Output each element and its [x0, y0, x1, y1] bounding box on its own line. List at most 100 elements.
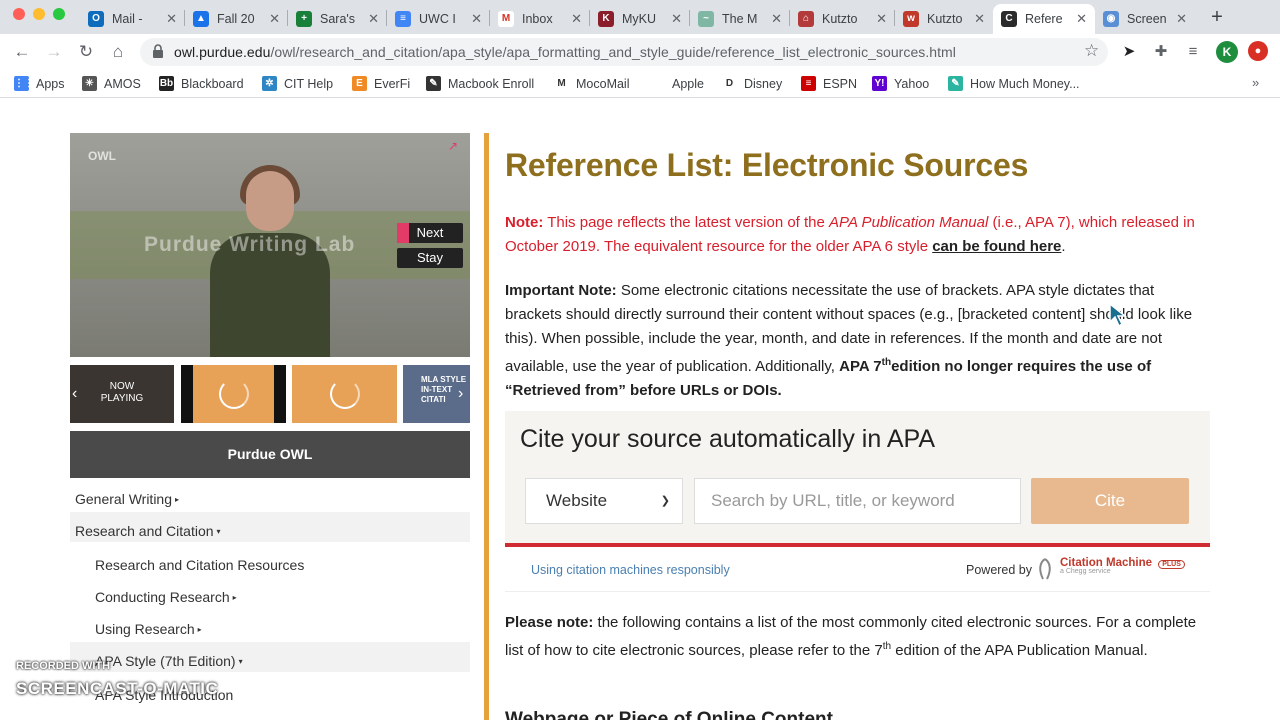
bookmark-item[interactable]: Y! Yahoo [872, 76, 929, 91]
sidebar-header[interactable]: Purdue OWL [70, 431, 470, 478]
tab-close-icon[interactable]: ✕ [771, 11, 782, 27]
sidebar-item[interactable]: Conducting Research ▸ [70, 582, 470, 612]
sidebar-item[interactable]: Using Research ▸ [70, 614, 470, 644]
owl-logo: OWL [88, 149, 116, 163]
tab-separator [386, 10, 387, 26]
tab-close-icon[interactable]: ✕ [671, 11, 682, 27]
bookmark-item[interactable]: ⋮⋮ Apps [14, 76, 65, 91]
bookmark-item[interactable]: Apple [650, 76, 704, 91]
address-bar[interactable]: owl.purdue.edu/owl/research_and_citation… [140, 38, 1108, 66]
tab-label: The M [722, 12, 758, 26]
sidebar-item[interactable]: Research and Citation Resources [70, 550, 470, 580]
bookmark-label: Apps [36, 76, 65, 91]
tab-6[interactable]: K MyKU ✕ [590, 4, 690, 34]
playlist-item-now-playing[interactable]: NOW PLAYING [70, 365, 174, 423]
next-video-button[interactable]: Next [397, 223, 463, 243]
bookmark-item[interactable]: D Disney [722, 76, 782, 91]
home-button[interactable]: ⌂ [107, 41, 129, 63]
extension-red-icon[interactable]: ● [1248, 41, 1268, 61]
tab-favicon-icon: ◉ [1103, 11, 1119, 27]
tab-10[interactable]: C Refere ✕ [993, 4, 1095, 34]
tab-close-icon[interactable]: ✕ [974, 11, 985, 27]
bookmark-label: Macbook Enroll [448, 76, 535, 91]
tab-7[interactable]: ~ The M ✕ [690, 4, 790, 34]
playlist-next-icon[interactable]: › [458, 385, 463, 403]
tab-close-icon[interactable]: ✕ [471, 11, 482, 27]
please-note: Please note: the following contains a li… [505, 611, 1215, 663]
bookmark-label: Blackboard [181, 76, 244, 91]
minimize-window-button[interactable] [33, 8, 45, 20]
cite-button[interactable]: Cite [1031, 478, 1189, 524]
profile-avatar[interactable]: K [1216, 41, 1238, 63]
bookmarks-overflow-icon[interactable]: » [1252, 75, 1259, 90]
new-tab-button[interactable]: + [1207, 6, 1227, 29]
tab-8[interactable]: ⌂ Kutzto ✕ [790, 4, 895, 34]
reload-button[interactable]: ↻ [75, 41, 97, 63]
screencast-extension-icon[interactable]: ➤ [1119, 42, 1139, 62]
tab-favicon-icon: C [1001, 11, 1017, 27]
important-sup: th [881, 357, 892, 368]
tab-close-icon[interactable]: ✕ [1176, 11, 1187, 27]
forward-button[interactable]: → [43, 41, 65, 63]
bookmark-favicon-icon [650, 76, 665, 91]
bookmark-item[interactable]: ✲ CIT Help [262, 76, 333, 91]
tab-4[interactable]: ≡ UWC I ✕ [387, 4, 490, 34]
playlist-item[interactable] [181, 365, 286, 423]
apa6-resource-link[interactable]: can be found here [932, 238, 1061, 255]
video-player[interactable]: OWL Purdue Writing Lab Next Stay ↗ [70, 133, 470, 357]
media-queue-icon[interactable]: ≡ [1183, 42, 1203, 62]
close-icon[interactable]: ↗ [448, 139, 458, 153]
close-window-button[interactable] [13, 8, 25, 20]
extensions-puzzle-icon[interactable]: ✚ [1151, 42, 1171, 62]
bookmark-item[interactable]: Bb Blackboard [159, 76, 244, 91]
back-button[interactable]: ← [11, 41, 33, 63]
playlist-prev-icon[interactable]: ‹ [72, 385, 77, 403]
please-text-2: edition of the APA Publication Manual. [891, 642, 1148, 659]
tab-close-icon[interactable]: ✕ [876, 11, 887, 27]
tab-close-icon[interactable]: ✕ [1076, 11, 1087, 27]
bookmark-item[interactable]: ✎ Macbook Enroll [426, 76, 534, 91]
citation-machine-brand[interactable]: Citation Machine PLUS a Chegg service [1060, 557, 1185, 575]
tab-2[interactable]: ▲ Fall 20 ✕ [185, 4, 288, 34]
playlist-item[interactable] [292, 365, 397, 423]
tab-label: Fall 20 [217, 12, 255, 26]
bookmark-item[interactable]: ✳ AMOS [82, 76, 141, 91]
tab-close-icon[interactable]: ✕ [571, 11, 582, 27]
sidebar-item[interactable]: General Writing ▸ [70, 484, 470, 514]
maximize-window-button[interactable] [53, 8, 65, 20]
tab-close-icon[interactable]: ✕ [368, 11, 379, 27]
bookmark-favicon-icon: D [722, 76, 737, 91]
tab-close-icon[interactable]: ✕ [269, 11, 280, 27]
sidebar-item[interactable]: Research and Citation ▾ [70, 512, 470, 542]
tab-1[interactable]: O Mail - ✕ [80, 4, 185, 34]
citation-search-input[interactable]: Search by URL, title, or keyword [694, 478, 1021, 524]
bookmark-star-icon[interactable]: ☆ [1084, 41, 1099, 61]
tab-5[interactable]: M Inbox ✕ [490, 4, 590, 34]
tab-close-icon[interactable]: ✕ [166, 11, 177, 27]
tab-favicon-icon: ▲ [193, 11, 209, 27]
tab-11[interactable]: ◉ Screen ✕ [1095, 4, 1195, 34]
url-path: /owl/research_and_citation/apa_style/apa… [270, 44, 956, 60]
bookmark-item[interactable]: ≡ ESPN [801, 76, 857, 91]
video-watermark: Purdue Writing Lab [144, 233, 356, 256]
sidebar-item[interactable]: APA Overview and Worksho [70, 710, 470, 720]
bookmark-favicon-icon: ≡ [801, 76, 816, 91]
bookmark-favicon-icon: Bb [159, 76, 174, 91]
citation-responsibly-link[interactable]: Using citation machines responsibly [531, 563, 730, 577]
sidebar-item-label: General Writing [75, 491, 173, 507]
source-type-select[interactable]: Website ❯ [525, 478, 683, 524]
citation-widget: Cite your source automatically in APA We… [505, 411, 1210, 545]
stay-video-button[interactable]: Stay [397, 248, 463, 268]
sidebar-item-label: Conducting Research [95, 589, 230, 605]
citation-machine-logo-icon [1039, 558, 1051, 580]
bookmark-item[interactable]: M MocoMail [554, 76, 630, 91]
tab-3[interactable]: + Sara's ✕ [288, 4, 387, 34]
bookmark-favicon-icon: ✲ [262, 76, 277, 91]
tab-favicon-icon: K [598, 11, 614, 27]
bookmark-item[interactable]: ✎ How Much Money... [948, 76, 1080, 91]
tab-9[interactable]: w Kutzto ✕ [895, 4, 993, 34]
powered-by-label: Powered by [966, 563, 1033, 577]
sidebar-item[interactable]: APA Style (7th Edition) ▾ [70, 642, 470, 672]
bookmark-item[interactable]: E EverFi [352, 76, 410, 91]
bookmark-label: Apple [672, 76, 704, 91]
